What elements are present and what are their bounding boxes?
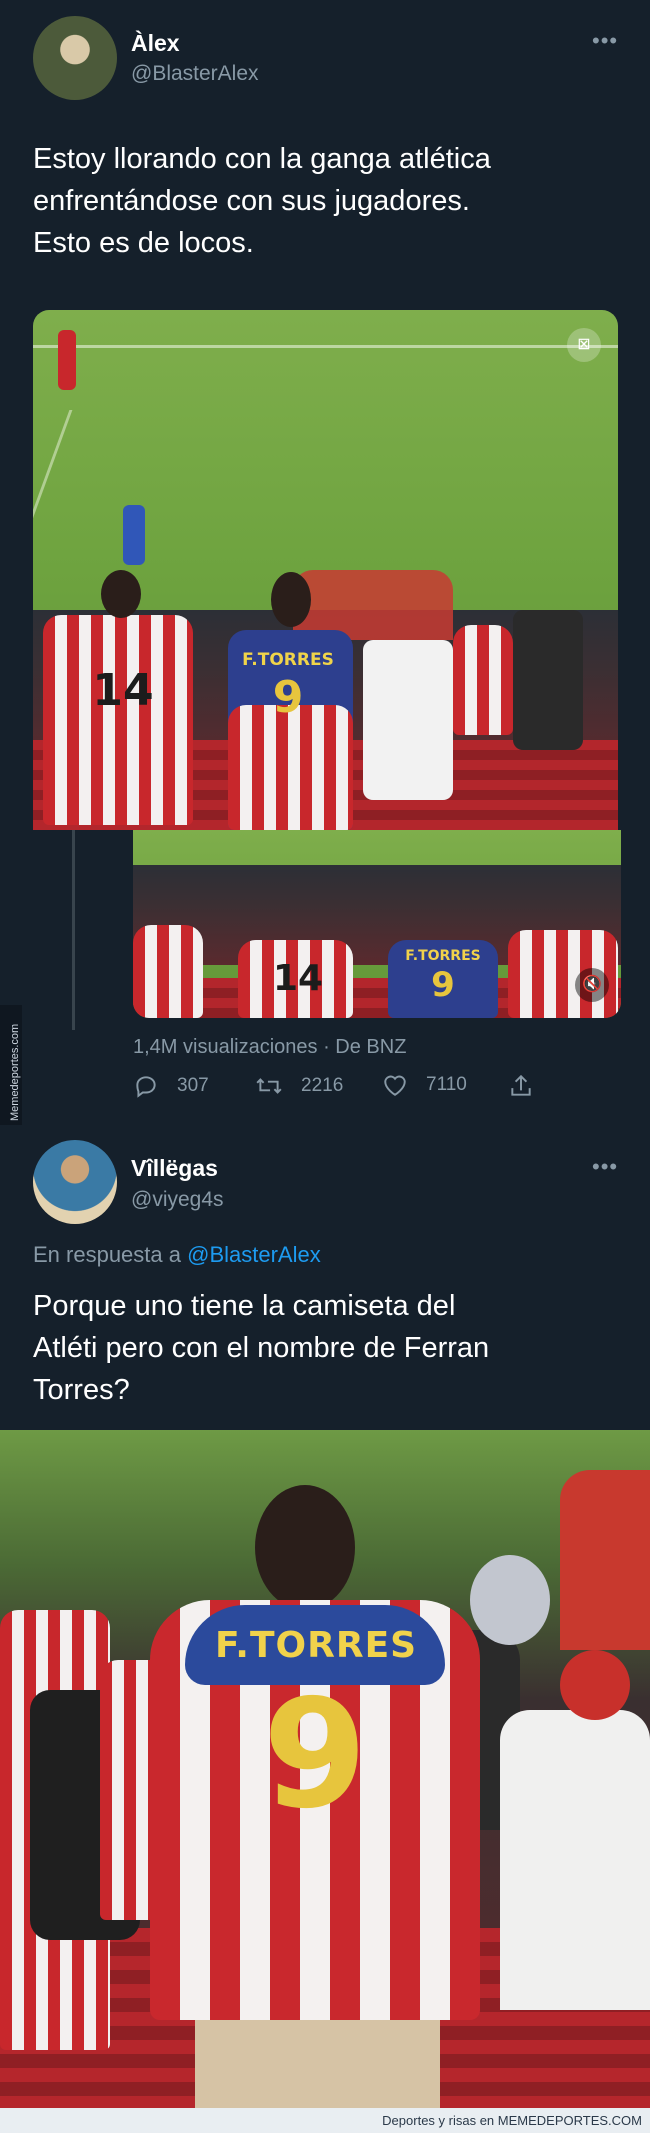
fan-head: [271, 572, 311, 627]
tweet-text-line: Porque uno tiene la camiseta del: [33, 1290, 456, 1322]
camera-icon[interactable]: ⊠: [567, 328, 601, 362]
reply-prefix: En respuesta a: [33, 1242, 181, 1267]
fan-head: [255, 1485, 355, 1610]
view-count: 1,4M visualizaciones · De BNZ: [133, 1036, 407, 1058]
author-name[interactable]: Vîllëgas: [131, 1155, 218, 1182]
jersey-number: 14: [92, 665, 154, 716]
author-name[interactable]: Àlex: [131, 30, 180, 57]
tweet-text-line: Atléti pero con el nombre de Ferran: [33, 1332, 490, 1364]
tweet-reply: Vîllëgas @viyeg4s ••• En respuesta a @Bl…: [0, 1130, 650, 1430]
tweet-text: Estoy llorando con la ganga atlética enf…: [33, 138, 623, 264]
heart-icon: [384, 1075, 406, 1096]
tweet-text-line: Torres?: [33, 1374, 130, 1406]
fan-figure: [43, 615, 193, 825]
zoomed-photo: F.TORRES 9: [0, 1430, 650, 2108]
more-dots-icon[interactable]: •••: [592, 28, 618, 54]
jersey-name: F.TORRES: [215, 1625, 418, 1666]
reply-button[interactable]: 307: [133, 1073, 209, 1099]
fan-figure: [228, 705, 353, 830]
more-dots-icon[interactable]: •••: [592, 1154, 618, 1180]
tweet-text-line: Estoy llorando con la ganga atlética: [33, 143, 491, 175]
thread-line: [72, 830, 75, 1030]
reply-mention-link[interactable]: @BlasterAlex: [187, 1242, 321, 1267]
retweet-count: 2216: [301, 1075, 344, 1096]
share-button[interactable]: [508, 1073, 534, 1099]
jersey-number: 9: [262, 1668, 368, 1842]
footer-watermark: Deportes y risas en MEMEDEPORTES.COM: [0, 2108, 650, 2133]
tweet-video[interactable]: 14 F.TORRES 9 ⊠: [33, 310, 618, 830]
mute-icon[interactable]: 🔇: [575, 968, 609, 1002]
fan-figure: [453, 625, 513, 735]
retweet-icon: [256, 1078, 282, 1094]
like-count: 7110: [426, 1074, 467, 1095]
author-handle[interactable]: @BlasterAlex: [131, 62, 259, 86]
tweet-text-line: Esto es de locos.: [33, 227, 254, 259]
tweet-text: Porque uno tiene la camiseta del Atléti …: [33, 1285, 623, 1411]
tweet-video-secondary[interactable]: 14 F.TORRES 9 🔇: [133, 830, 621, 1018]
tweet-text-line: enfrentándose con sus jugadores.: [33, 185, 470, 217]
jersey-number: 9: [431, 965, 455, 1005]
share-icon: [511, 1074, 531, 1096]
side-watermark-text: Memedeportes.com: [9, 1023, 21, 1121]
in-reply-to: En respuesta a @BlasterAlex: [33, 1242, 321, 1268]
avatar[interactable]: [33, 16, 117, 100]
jersey-number: 9: [272, 672, 304, 723]
reply-icon: [136, 1076, 156, 1098]
jersey-number: 14: [272, 958, 324, 999]
fan-figure: [133, 925, 203, 1018]
author-handle[interactable]: @viyeg4s: [131, 1188, 224, 1212]
retweet-button[interactable]: 2216: [255, 1073, 343, 1099]
like-button[interactable]: 7110: [382, 1073, 467, 1097]
footer-text: Deportes y risas en MEMEDEPORTES.COM: [382, 2113, 642, 2128]
tweet-original: Àlex @BlasterAlex ••• Estoy llorando con…: [0, 0, 650, 1130]
reply-count: 307: [177, 1075, 209, 1096]
side-watermark: Memedeportes.com: [0, 1005, 22, 1125]
avatar[interactable]: [33, 1140, 117, 1224]
fan-head: [101, 570, 141, 618]
jersey-name: F.TORRES: [242, 650, 334, 670]
jersey-name: F.TORRES: [405, 948, 481, 964]
